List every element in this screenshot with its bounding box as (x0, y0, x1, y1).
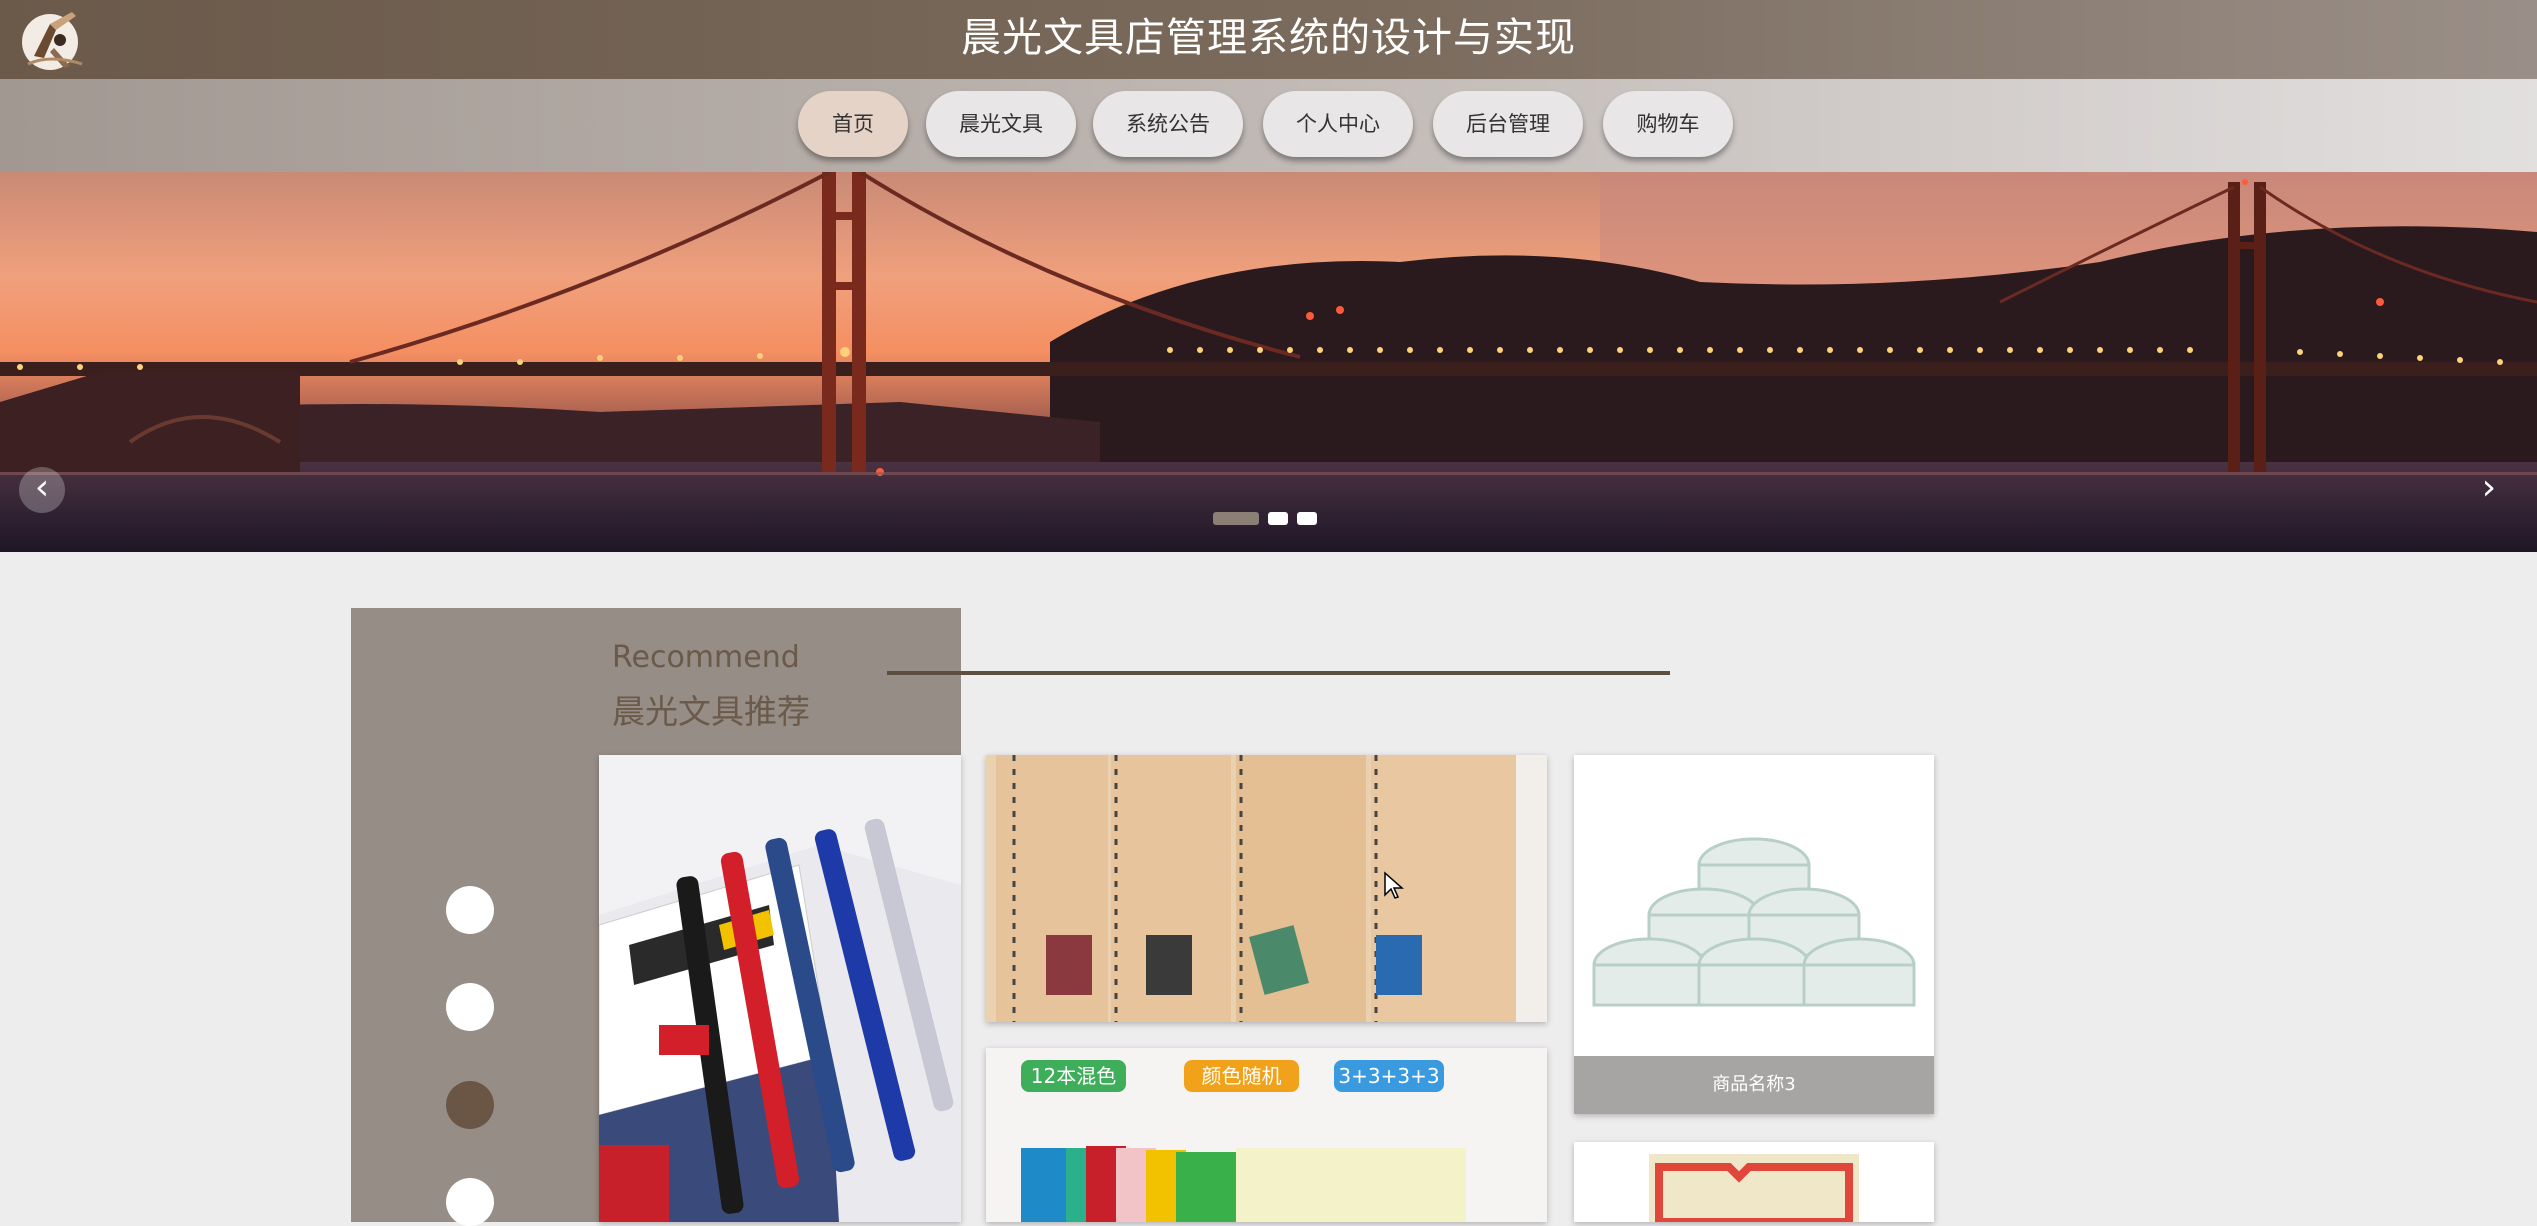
recommend-selector-1[interactable] (446, 886, 494, 934)
product-image-label-stickers (1574, 1142, 1934, 1222)
recommend-selector-3[interactable] (446, 1081, 494, 1129)
recommend-title-cn: 晨光文具推荐 (612, 692, 810, 731)
badge-12-mixed: 12本混色 (1030, 1064, 1117, 1088)
product-image-spiral-notebooks (986, 755, 1547, 1022)
banner-carousel[interactable]: ‹ › (0, 172, 2537, 552)
carousel-indicator-2[interactable] (1268, 512, 1288, 525)
banner-bridge-image (0, 172, 2537, 552)
product-card-3[interactable]: 商品名称3 (1574, 755, 1934, 1114)
product-image-gel-pens (599, 755, 961, 1222)
page-title: 晨光文具店管理系统的设计与实现 (961, 15, 1576, 61)
badge-random-color: 颜色随机 (1201, 1064, 1282, 1088)
product-card-4[interactable]: 12本混色 颜色随机 3+3+3+3 (986, 1048, 1547, 1222)
product-caption[interactable]: 商品名称3 (1574, 1056, 1934, 1114)
nav-item-stationery[interactable]: 晨光文具 (926, 91, 1076, 157)
section-divider (887, 671, 1670, 675)
nav-item-profile[interactable]: 个人中心 (1263, 91, 1413, 157)
chevron-left-icon: ‹ (34, 467, 50, 508)
product-image-clear-tape (1574, 755, 1934, 1056)
carousel-indicator-3[interactable] (1297, 512, 1317, 525)
badge-3x4: 3+3+3+3 (1338, 1064, 1440, 1088)
product-card-2[interactable] (986, 755, 1547, 1022)
nav-item-admin[interactable]: 后台管理 (1433, 91, 1583, 157)
recommend-selector-4[interactable] (446, 1178, 494, 1226)
nav-item-home[interactable]: 首页 (798, 91, 908, 157)
recommend-title-en: Recommend (612, 640, 800, 675)
carousel-prev-button[interactable]: ‹ (19, 467, 65, 513)
nav-item-cart[interactable]: 购物车 (1603, 91, 1733, 157)
product-card-1[interactable] (599, 755, 961, 1222)
carousel-indicator-1[interactable] (1213, 512, 1259, 525)
header-bar: 晨光文具店管理系统的设计与实现 (0, 0, 2537, 79)
chevron-right-icon: › (2481, 467, 2497, 508)
carousel-next-button[interactable]: › (2466, 467, 2512, 513)
mouse-cursor-icon (1384, 871, 1404, 899)
product-card-5[interactable] (1574, 1142, 1934, 1222)
nav-item-announcements[interactable]: 系统公告 (1093, 91, 1243, 157)
main-nav: 首页 晨光文具 系统公告 个人中心 后台管理 购物车 (0, 79, 2537, 172)
recommend-selector-2[interactable] (446, 983, 494, 1031)
